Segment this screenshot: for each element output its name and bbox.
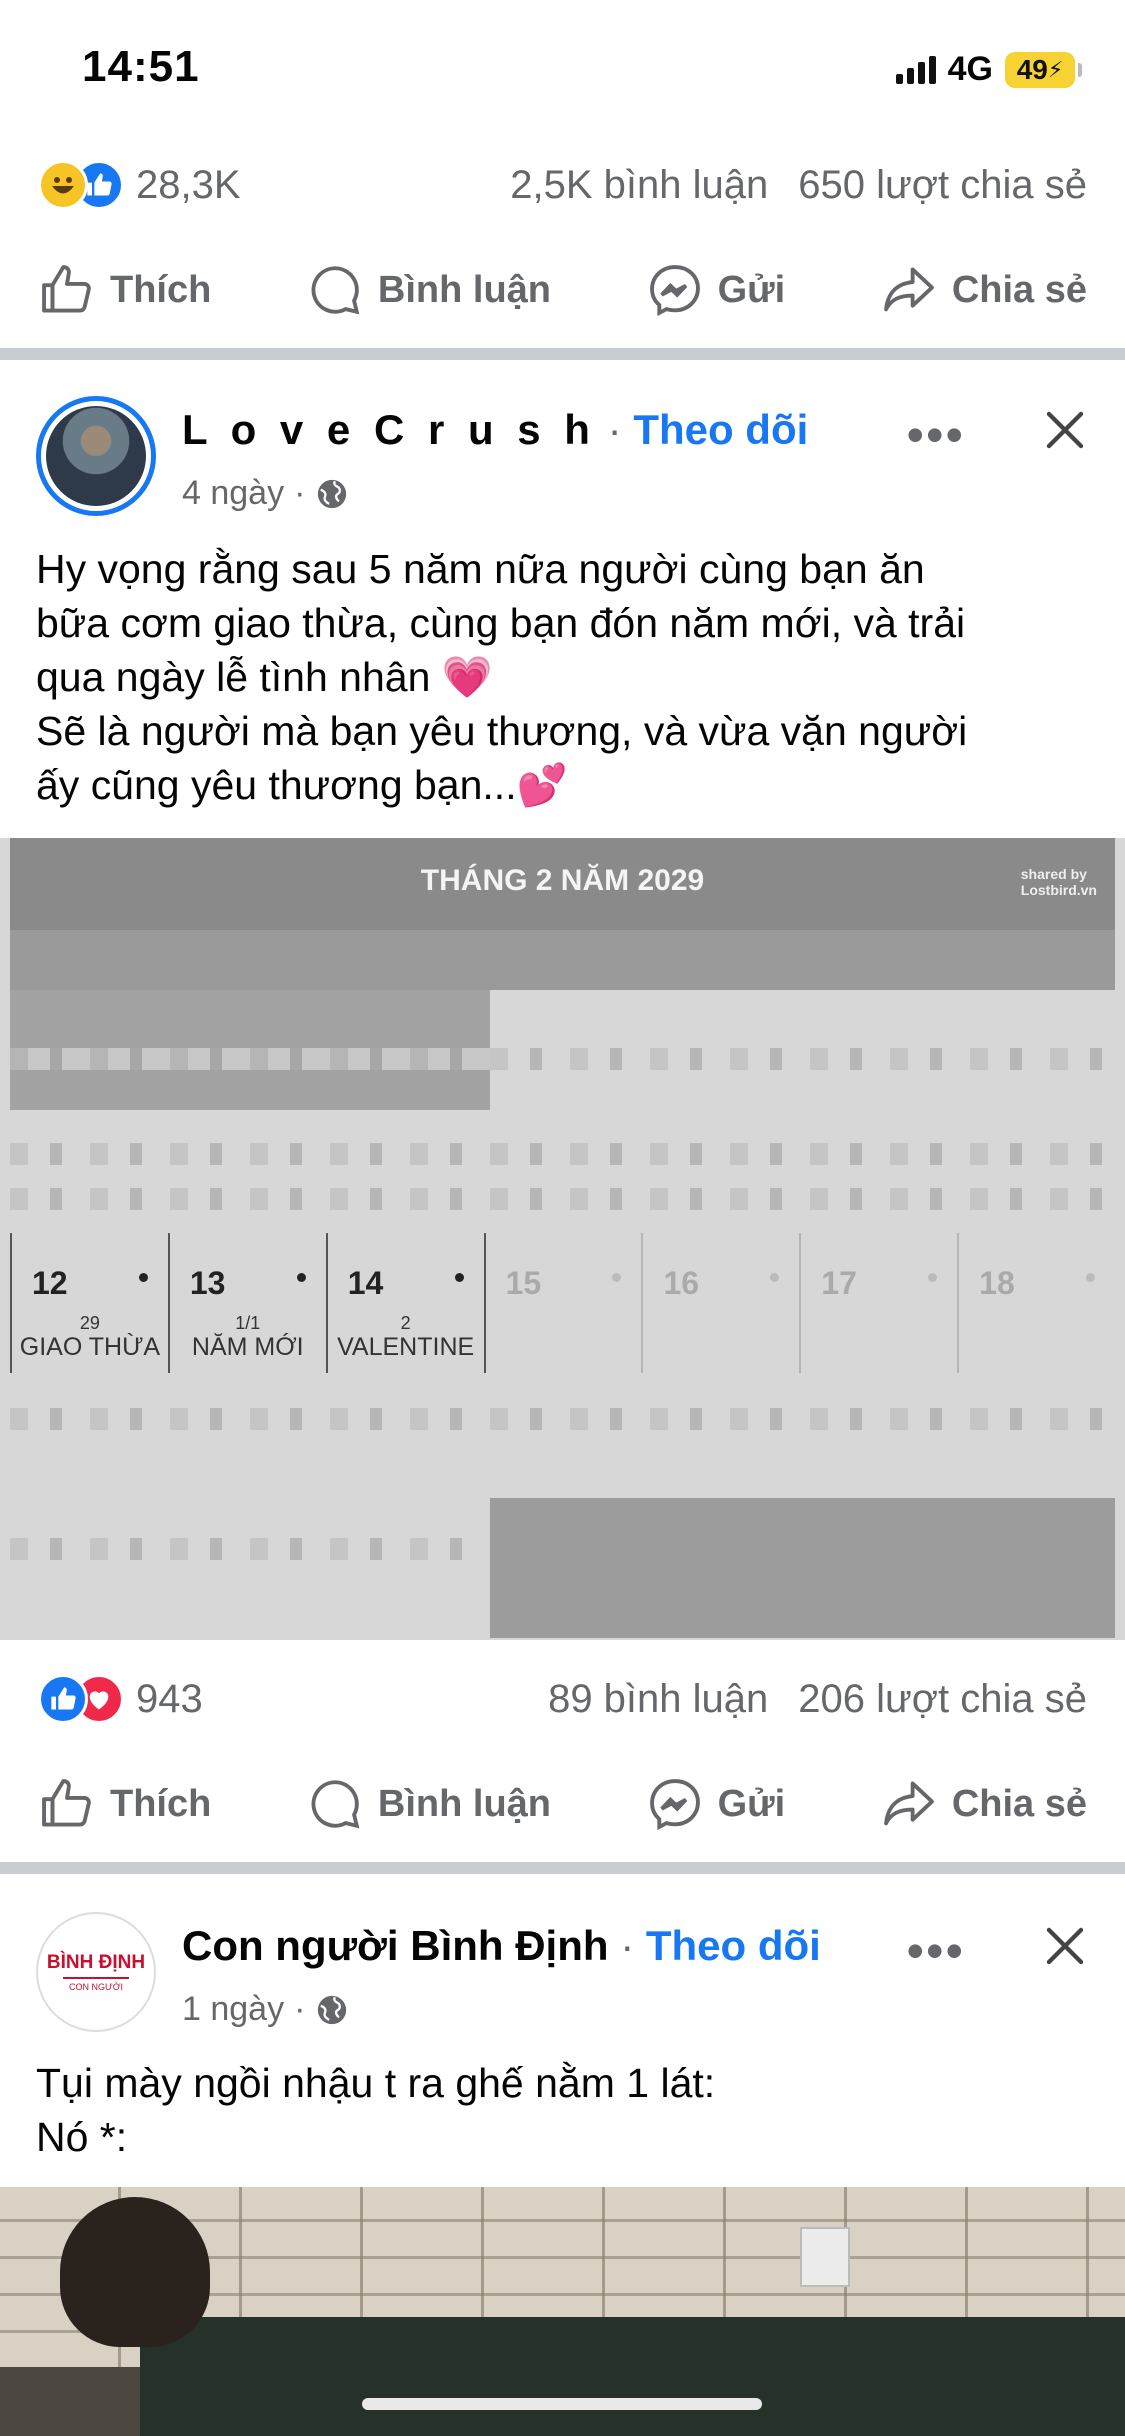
post1-more-button[interactable]: ••• <box>906 406 965 464</box>
post2-avatar[interactable]: BÌNH ĐỊNH CON NGƯỜI <box>36 1912 156 2032</box>
like-label: Thích <box>110 268 212 311</box>
comment-button[interactable]: Bình luận <box>306 1775 551 1833</box>
post1-actions: Thích Bình luận Gửi Chia sẻ <box>0 1754 1125 1854</box>
home-indicator[interactable] <box>362 2398 762 2410</box>
like-button[interactable]: Thích <box>38 1775 211 1833</box>
share-button[interactable]: Chia sẻ <box>880 261 1087 319</box>
calendar-day-cell: 13 1/1 NĂM MỚI <box>167 1233 326 1373</box>
post2-text: Tụi mày ngồi nhậu t ra ghế nằm 1 lát: Nó… <box>36 2056 1096 2164</box>
send-label: Gửi <box>717 1782 786 1825</box>
battery-level: 49 <box>1016 53 1048 85</box>
post2-author-name[interactable]: Con người Bình Định <box>182 1922 609 1969</box>
calendar-week-row: 12 29 GIAO THỪA 13 1/1 NĂM MỚI 14 2 VALE… <box>10 1233 1115 1373</box>
network-type: 4G <box>947 50 993 88</box>
calendar-day-cell: 14 2 VALENTINE <box>325 1233 484 1373</box>
signal-icon <box>895 55 936 84</box>
send-button[interactable]: Gửi <box>646 1775 786 1833</box>
post1-avatar[interactable] <box>36 396 156 516</box>
post2-meta: 1 ngày · <box>182 1990 349 2029</box>
send-label: Gửi <box>717 268 786 311</box>
post1-separator: · <box>607 406 622 453</box>
share-arrow-icon <box>883 267 934 312</box>
calendar-day-cell: 15 <box>483 1233 642 1373</box>
status-icons: 4G 49 ⚡ <box>895 50 1082 89</box>
post1-text-line: Hy vọng rằng sau 5 năm nữa người cùng bạ… <box>36 546 925 592</box>
like-button[interactable]: Thích <box>38 261 211 319</box>
post1-author-line: L o v e C r u s h · Theo dõi <box>182 406 808 454</box>
post1-author-name[interactable]: L o v e C r u s h <box>182 406 596 453</box>
top-post-stats: 28,3K 2,5K bình luận 650 lượt chia sẻ <box>0 150 1125 220</box>
post2-author-line: Con người Bình Định · Theo dõi <box>182 1922 821 1970</box>
globe-icon <box>318 1995 347 2024</box>
post1-text-line: bữa cơm giao thừa, cùng bạn đón năm mới,… <box>36 600 966 646</box>
messenger-icon <box>649 1779 700 1831</box>
status-bar: 14:51 4G 49 ⚡ <box>0 0 1125 140</box>
post1-follow-button[interactable]: Theo dõi <box>633 406 808 453</box>
globe-icon <box>318 479 347 508</box>
post1-text-line: qua ngày lễ tình nhân 💗 <box>36 654 493 700</box>
post1-reaction-summary[interactable]: 943 <box>38 1674 203 1724</box>
thumbs-up-icon <box>42 1779 91 1827</box>
comment-bubble-icon <box>311 266 360 315</box>
reaction-count: 28,3K <box>136 162 241 207</box>
comment-bubble-icon <box>311 1780 360 1829</box>
feed-divider <box>0 1862 1125 1874</box>
post2-text-line: Nó *: <box>36 2114 128 2160</box>
post2-header: BÌNH ĐỊNH CON NGƯỜI Con người Bình Định … <box>0 1912 1125 2042</box>
like-label: Thích <box>110 1782 212 1825</box>
post1-text: Hy vọng rằng sau 5 năm nữa người cùng bạ… <box>36 542 1096 812</box>
comment-label: Bình luận <box>377 268 552 311</box>
like-reaction-icon <box>38 1674 88 1724</box>
post1-comment-count[interactable]: 89 bình luận <box>548 1677 768 1722</box>
calendar-watermark: shared by Lostbird.vn <box>1020 866 1097 898</box>
send-button[interactable]: Gửi <box>646 261 786 319</box>
share-arrow-icon <box>883 1781 934 1826</box>
calendar-day-cell: 16 <box>641 1233 799 1373</box>
post1-header: L o v e C r u s h · Theo dõi 4 ngày · ••… <box>0 396 1125 526</box>
post1-share-count[interactable]: 206 lượt chia sẻ <box>798 1677 1087 1722</box>
post1-meta: 4 ngày · <box>182 474 349 513</box>
share-label: Chia sẻ <box>951 268 1087 311</box>
post1-text-line: ấy cũng yêu thương bạn...💕 <box>36 762 568 808</box>
top-post-actions: Thích Bình luận Gửi Chia sẻ <box>0 240 1125 340</box>
haha-reaction-icon <box>38 160 88 210</box>
post1-image[interactable]: THÁNG 2 NĂM 2029 shared by Lostbird.vn 12… <box>0 838 1125 1640</box>
post2-text-line: Tụi mày ngồi nhậu t ra ghế nằm 1 lát: <box>36 2060 716 2106</box>
post2-more-button[interactable]: ••• <box>906 1922 965 1980</box>
post1-text-line: Sẽ là người mà bạn yêu thương, và vừa vặ… <box>36 708 968 754</box>
post2-separator: · <box>620 1922 635 1969</box>
share-button[interactable]: Chia sẻ <box>880 1775 1087 1833</box>
comment-label: Bình luận <box>377 1782 552 1825</box>
post1-reaction-count: 943 <box>136 1676 203 1721</box>
calendar-day-cell: 12 29 GIAO THỪA <box>10 1233 168 1373</box>
post1-stats: 943 89 bình luận 206 lượt chia sẻ <box>0 1664 1125 1734</box>
thumbs-up-icon <box>42 265 91 313</box>
calendar-day-cell: 18 <box>957 1233 1115 1373</box>
share-count[interactable]: 650 lượt chia sẻ <box>798 163 1087 208</box>
calendar-day-cell: 17 <box>799 1233 957 1373</box>
comment-button[interactable]: Bình luận <box>306 261 551 319</box>
comment-count[interactable]: 2,5K bình luận <box>510 163 768 208</box>
post1-time[interactable]: 4 ngày <box>182 474 284 513</box>
post2-close-icon[interactable] <box>1041 1922 1089 1970</box>
post1-close-icon[interactable] <box>1041 406 1089 454</box>
share-label: Chia sẻ <box>951 1782 1087 1825</box>
feed-divider <box>0 348 1125 360</box>
post2-follow-button[interactable]: Theo dõi <box>646 1922 821 1969</box>
battery-icon: 49 ⚡ <box>1005 51 1082 88</box>
post2-time[interactable]: 1 ngày <box>182 1990 284 2029</box>
status-time: 14:51 <box>82 42 200 91</box>
reaction-summary[interactable]: 28,3K <box>38 160 241 210</box>
messenger-icon <box>649 265 700 317</box>
calendar-title: THÁNG 2 NĂM 2029 <box>420 864 705 897</box>
